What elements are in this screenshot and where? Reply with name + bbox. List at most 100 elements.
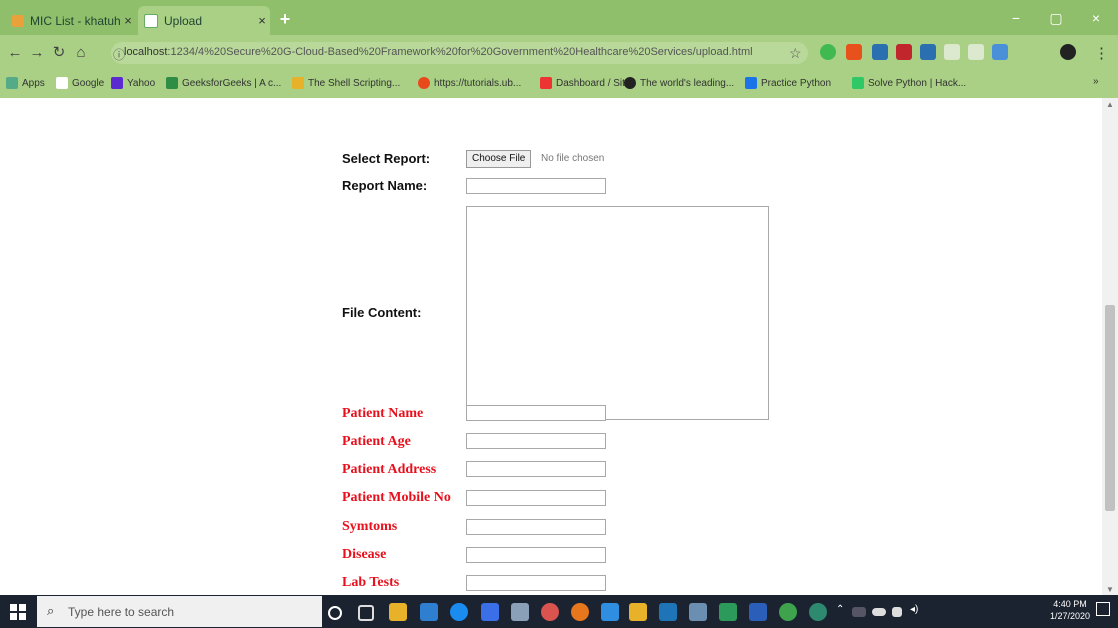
more-bookmarks-icon[interactable]: » xyxy=(1093,76,1099,87)
url-host: localhost xyxy=(124,46,168,58)
select-report-label: Select Report: xyxy=(342,151,431,166)
bookmark-dashboard[interactable]: Dashboard / Site xyxy=(540,75,631,91)
word-icon[interactable] xyxy=(749,603,767,621)
bookmark-hackerrank[interactable]: Solve Python | Hack... xyxy=(852,75,966,91)
app-icon[interactable] xyxy=(779,603,797,621)
report-name-label: Report Name: xyxy=(342,178,428,193)
minimize-button[interactable]: − xyxy=(996,6,1036,30)
tab-mic-list[interactable]: MIC List - khatuhreddy8@gmai × xyxy=(6,6,136,35)
extension-icon[interactable] xyxy=(992,44,1008,60)
page-icon xyxy=(144,13,158,28)
search-placeholder: Type here to search xyxy=(68,605,175,619)
bookmark-google[interactable]: Google xyxy=(56,75,104,91)
github-icon xyxy=(624,77,636,89)
notifications-icon[interactable] xyxy=(1096,602,1110,616)
bookmark-yahoo[interactable]: Yahoo xyxy=(111,75,155,91)
disease-label: Disease xyxy=(342,547,387,562)
mail-icon[interactable] xyxy=(420,603,438,621)
scroll-down-icon[interactable]: ▼ xyxy=(1106,585,1114,594)
no-file-text: No file chosen xyxy=(541,153,605,164)
bookmark-label: Solve Python | Hack... xyxy=(868,77,967,89)
clock-time: 4:40 PM xyxy=(1053,599,1087,609)
reload-icon[interactable]: ↻ xyxy=(50,44,68,62)
patient-address-input[interactable] xyxy=(466,461,606,477)
extension-icon[interactable] xyxy=(920,44,936,60)
close-tab-icon[interactable]: × xyxy=(120,13,136,28)
extension-icon[interactable] xyxy=(944,44,960,60)
system-clock[interactable]: 4:40 PM 1/27/2020 xyxy=(1050,598,1090,622)
patient-age-input[interactable] xyxy=(466,433,606,449)
symptoms-input[interactable] xyxy=(466,519,606,535)
tutorials-icon xyxy=(418,77,430,89)
new-tab-button[interactable]: + xyxy=(275,9,295,29)
gfg-icon xyxy=(166,77,178,89)
bookmark-label: Google xyxy=(72,77,105,89)
dashboard-icon xyxy=(540,77,552,89)
extension-icon[interactable] xyxy=(896,44,912,60)
battery-icon[interactable] xyxy=(892,607,902,617)
app-icon[interactable] xyxy=(689,603,707,621)
extension-icon[interactable] xyxy=(968,44,984,60)
app-icon[interactable] xyxy=(511,603,529,621)
extension-icon[interactable] xyxy=(872,44,888,60)
symptoms-label: Symtoms xyxy=(342,519,398,534)
bookmark-geeksforgeeks[interactable]: GeeksforGeeks | A c... xyxy=(166,75,281,91)
chrome-icon[interactable] xyxy=(809,603,827,621)
app-icon[interactable] xyxy=(481,603,499,621)
lab-tests-input[interactable] xyxy=(466,575,606,591)
patient-address-label: Patient Address xyxy=(342,462,437,477)
app-icon[interactable] xyxy=(629,603,647,621)
close-window-button[interactable]: × xyxy=(1076,6,1116,30)
app-icon[interactable] xyxy=(541,603,559,621)
back-icon[interactable]: ← xyxy=(6,44,24,62)
bookmark-github[interactable]: The world's leading... xyxy=(624,75,734,91)
bookmark-tutorials[interactable]: https://tutorials.ub... xyxy=(418,75,521,91)
scrollbar-thumb[interactable] xyxy=(1105,305,1115,511)
bookmark-label: Dashboard / Site xyxy=(556,77,631,89)
onedrive-icon[interactable] xyxy=(872,608,886,616)
browser-menu-icon[interactable]: ⋮ xyxy=(1094,44,1109,62)
tray-chevron-icon[interactable]: ⌃ xyxy=(836,604,844,615)
scroll-up-icon[interactable]: ▲ xyxy=(1106,100,1114,109)
tab-upload[interactable]: Upload × xyxy=(138,6,270,35)
volume-icon[interactable]: ◂) xyxy=(910,604,918,615)
network-icon[interactable] xyxy=(852,607,866,617)
forward-icon[interactable]: → xyxy=(28,44,46,62)
patient-mobile-input[interactable] xyxy=(466,490,606,506)
file-content-textarea[interactable] xyxy=(466,206,769,420)
bookmark-practice-python[interactable]: Practice Python xyxy=(745,75,831,91)
windows-start-icon[interactable] xyxy=(10,604,26,620)
store-icon[interactable] xyxy=(389,603,407,621)
bookmark-apps[interactable]: Apps xyxy=(6,75,45,91)
search-icon: ⌕ xyxy=(47,603,55,618)
bookmark-shell-scripting[interactable]: The Shell Scripting... xyxy=(292,75,400,91)
bookmark-label: https://tutorials.ub... xyxy=(434,77,522,89)
bookmark-label: Yahoo xyxy=(127,77,156,89)
patient-name-label: Patient Name xyxy=(342,406,424,421)
bookmark-star-icon[interactable]: ☆ xyxy=(789,45,802,62)
task-view-icon[interactable] xyxy=(358,605,374,621)
disease-input[interactable] xyxy=(466,547,606,563)
home-icon[interactable]: ⌂ xyxy=(72,44,90,62)
extension-icon[interactable] xyxy=(846,44,862,60)
close-tab-icon[interactable]: × xyxy=(254,13,270,28)
maximize-button[interactable]: ▢ xyxy=(1036,6,1076,30)
edge-icon[interactable] xyxy=(450,603,468,621)
vscode-icon[interactable] xyxy=(601,603,619,621)
bookmark-label: The Shell Scripting... xyxy=(308,77,401,89)
clock-date: 1/27/2020 xyxy=(1050,611,1091,621)
app-icon[interactable] xyxy=(719,603,737,621)
bookmark-label: GeeksforGeeks | A c... xyxy=(182,77,282,89)
profile-avatar[interactable] xyxy=(1060,44,1076,60)
bookmark-label: Apps xyxy=(22,77,45,89)
gmail-icon xyxy=(12,14,24,27)
extension-icon[interactable] xyxy=(820,44,836,60)
app-icon[interactable] xyxy=(659,603,677,621)
firefox-icon[interactable] xyxy=(571,603,589,621)
cortana-icon[interactable] xyxy=(328,606,342,620)
patient-name-input[interactable] xyxy=(466,405,606,421)
report-name-input[interactable] xyxy=(466,178,606,194)
choose-file-button[interactable]: Choose File xyxy=(466,150,532,168)
apps-icon xyxy=(6,77,18,89)
patient-age-label: Patient Age xyxy=(342,434,411,449)
